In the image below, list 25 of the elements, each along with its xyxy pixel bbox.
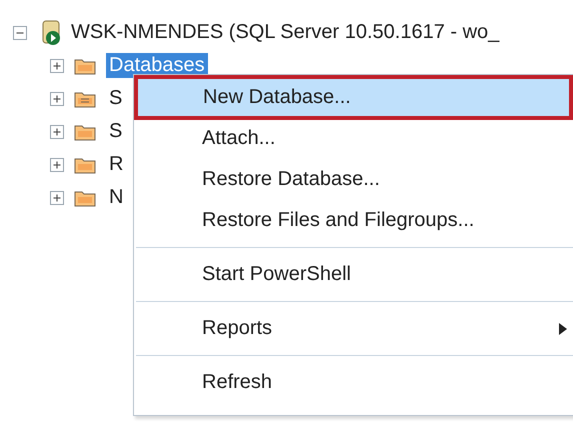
expand-icon[interactable] — [50, 92, 64, 106]
menu-item[interactable]: New Database... — [136, 77, 571, 118]
menu-item[interactable]: Restore Database... — [136, 159, 571, 200]
expand-icon[interactable] — [50, 124, 64, 138]
tree-item[interactable]: S — [106, 86, 126, 111]
expand-icon[interactable] — [50, 190, 64, 204]
menu-item[interactable]: Refresh — [136, 362, 571, 403]
folder-icon — [74, 56, 96, 74]
submenu-arrow-icon — [559, 322, 567, 334]
tree-item[interactable]: S — [106, 119, 126, 144]
menu-item[interactable]: Attach... — [136, 118, 571, 159]
menu-item[interactable]: Start PowerShell — [136, 254, 571, 295]
folder-icon — [74, 122, 96, 140]
server-icon — [41, 18, 63, 46]
tree-item[interactable]: R — [106, 152, 126, 177]
expand-icon[interactable] — [50, 58, 64, 72]
collapse-icon[interactable] — [13, 26, 27, 40]
tree-item[interactable]: N — [106, 185, 126, 210]
expand-icon[interactable] — [50, 158, 64, 172]
folder-icon — [74, 156, 96, 174]
menu-item[interactable]: Reports — [136, 308, 571, 349]
folder-icon — [74, 188, 96, 206]
server-node-label[interactable]: WSK-NMENDES (SQL Server 10.50.1617 - wo_ — [71, 21, 500, 44]
menu-item[interactable]: Restore Files and Filegroups... — [136, 200, 571, 241]
folder-icon — [74, 90, 96, 108]
